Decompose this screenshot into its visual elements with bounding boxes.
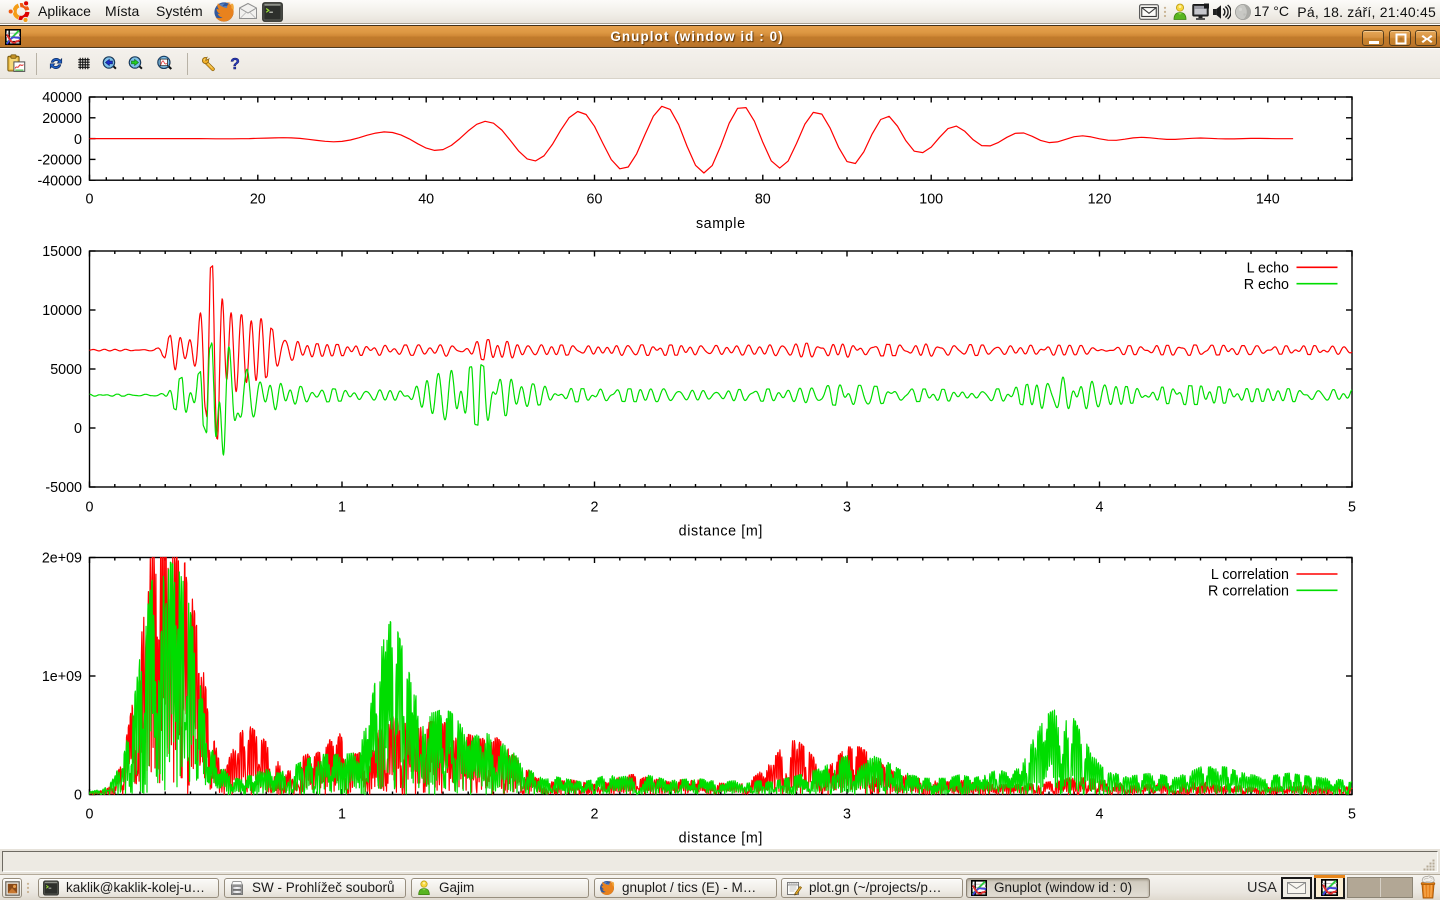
svg-text:2: 2 bbox=[591, 807, 599, 823]
svg-text:0: 0 bbox=[86, 807, 94, 823]
svg-text:-40000: -40000 bbox=[37, 173, 82, 189]
svg-text:120: 120 bbox=[1088, 192, 1112, 208]
svg-text:2e+09: 2e+09 bbox=[42, 551, 82, 567]
svg-text:100: 100 bbox=[919, 192, 943, 208]
svg-text:R echo: R echo bbox=[1244, 277, 1289, 293]
svg-text:2: 2 bbox=[591, 500, 599, 516]
svg-text:sample: sample bbox=[696, 216, 746, 232]
svg-text:?: ? bbox=[230, 56, 240, 72]
svg-text:L correlation: L correlation bbox=[1211, 567, 1289, 583]
svg-text:5: 5 bbox=[1348, 500, 1356, 516]
svg-text:3: 3 bbox=[843, 807, 851, 823]
svg-text:10000: 10000 bbox=[42, 303, 82, 319]
svg-text:distance [m]: distance [m] bbox=[679, 524, 763, 540]
svg-text:60: 60 bbox=[587, 192, 603, 208]
svg-text:140: 140 bbox=[1256, 192, 1280, 208]
svg-text:40: 40 bbox=[418, 192, 434, 208]
svg-text:0: 0 bbox=[86, 192, 94, 208]
svg-text:20: 20 bbox=[250, 192, 266, 208]
svg-text:0: 0 bbox=[74, 788, 82, 804]
svg-text:distance [m]: distance [m] bbox=[679, 831, 763, 847]
svg-text:15000: 15000 bbox=[42, 244, 82, 260]
svg-text:40000: 40000 bbox=[42, 90, 82, 106]
svg-text:4: 4 bbox=[1096, 807, 1104, 823]
svg-text:0: 0 bbox=[74, 132, 82, 148]
svg-text:4: 4 bbox=[1096, 500, 1104, 516]
svg-text:20000: 20000 bbox=[42, 111, 82, 127]
svg-text:-20000: -20000 bbox=[37, 153, 82, 169]
svg-text:R correlation: R correlation bbox=[1208, 584, 1289, 600]
svg-text:80: 80 bbox=[755, 192, 771, 208]
svg-text:0: 0 bbox=[74, 421, 82, 437]
svg-text:1: 1 bbox=[338, 500, 346, 516]
svg-text:5000: 5000 bbox=[50, 362, 82, 378]
svg-text:-5000: -5000 bbox=[45, 480, 82, 496]
svg-text:1: 1 bbox=[338, 807, 346, 823]
svg-text:3: 3 bbox=[843, 500, 851, 516]
svg-text:L echo: L echo bbox=[1247, 260, 1289, 276]
svg-text:0: 0 bbox=[86, 500, 94, 516]
svg-text:5: 5 bbox=[1348, 807, 1356, 823]
svg-text:1e+09: 1e+09 bbox=[42, 669, 82, 685]
